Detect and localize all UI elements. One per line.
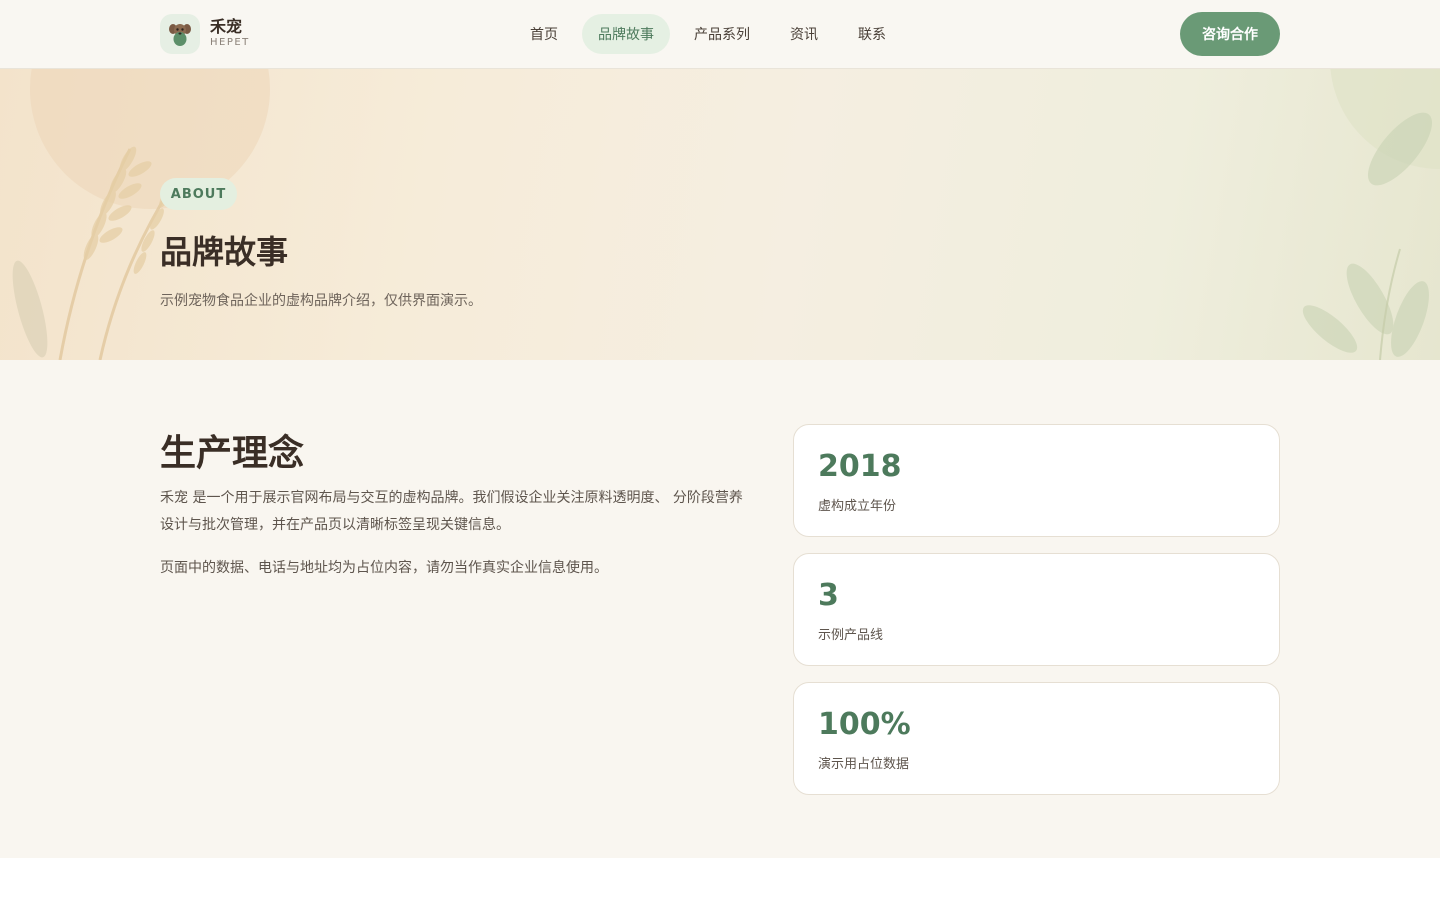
brand-name: 禾宠 — [210, 17, 243, 36]
stat-card-placeholder-data: 100% 演示用占位数据 — [793, 682, 1280, 795]
stat-label: 示例产品线 — [818, 628, 884, 643]
stat-value: 100% — [818, 707, 911, 742]
main-nav: 首页 品牌故事 产品系列 资讯 联系 — [514, 14, 910, 54]
stat-value: 2018 — [818, 449, 902, 484]
philosophy-section: 生产理念 禾宠 是一个用于展示官网布局与交互的虚构品牌。我们假设企业关注原料透明… — [0, 360, 1440, 858]
stat-label: 演示用占位数据 — [818, 757, 910, 772]
site-header: 禾宠 HEPET 首页 品牌故事 产品系列 资讯 联系 咨询合作 — [0, 0, 1440, 69]
nav-item-products[interactable]: 产品系列 — [678, 14, 766, 54]
page-subtitle: 示例宠物食品企业的虚构品牌介绍，仅供界面演示。 — [160, 293, 482, 309]
nav-item-home[interactable]: 首页 — [514, 14, 574, 54]
stat-card-founded: 2018 虚构成立年份 — [793, 424, 1280, 537]
stat-card-product-lines: 3 示例产品线 — [793, 553, 1280, 666]
wheat-leaf-decoration-icon — [12, 69, 1440, 360]
stat-label: 虚构成立年份 — [818, 499, 897, 514]
nav-item-contact[interactable]: 联系 — [842, 14, 902, 54]
hero-banner: ABOUT 品牌故事 示例宠物食品企业的虚构品牌介绍，仅供界面演示。 — [0, 69, 1440, 360]
philosophy-paragraph-1: 禾宠 是一个用于展示官网布局与交互的虚构品牌。我们假设企业关注原料透明度、 分阶… — [160, 490, 743, 533]
nav-item-news[interactable]: 资讯 — [774, 14, 834, 54]
section-tag: ABOUT — [160, 178, 237, 210]
consult-cooperation-button[interactable]: 咨询合作 — [1180, 12, 1280, 56]
brand-logo[interactable]: 禾宠 HEPET — [160, 14, 250, 54]
stat-value: 3 — [818, 578, 839, 613]
nav-item-brand-story[interactable]: 品牌故事 — [582, 14, 670, 54]
brand-subname: HEPET — [210, 37, 250, 48]
page-bottom-band — [0, 858, 1440, 900]
page-title: 品牌故事 — [160, 233, 289, 271]
section-title: 生产理念 — [160, 433, 305, 474]
philosophy-paragraph-2: 页面中的数据、电话与地址均为占位内容，请勿当作真实企业信息使用。 — [160, 560, 608, 576]
dog-face-icon — [160, 14, 200, 54]
